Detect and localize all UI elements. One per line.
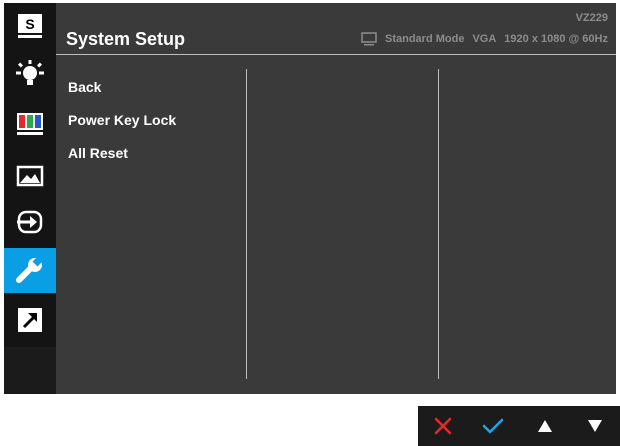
confirm-button[interactable]: [468, 406, 518, 446]
sidebar: S: [4, 3, 56, 347]
menu-item-power-key-lock[interactable]: Power Key Lock: [68, 112, 176, 145]
menu-item-all-reset[interactable]: All Reset: [68, 145, 176, 178]
close-button[interactable]: [418, 406, 468, 446]
header: System Setup VZ229 Standard Mode VGA 192…: [56, 3, 616, 53]
system-setup-wrench-icon: [16, 256, 43, 283]
status-resolution: 1920 x 1080 @ 60Hz: [504, 33, 608, 45]
column-divider-2: [438, 69, 439, 379]
system-setup-menu: Back Power Key Lock All Reset: [68, 79, 176, 178]
status-input: VGA: [472, 33, 497, 45]
main-panel: System Setup VZ229 Standard Mode VGA 192…: [56, 3, 616, 394]
image-icon: [16, 165, 44, 186]
sidebar-item-input-select[interactable]: [4, 199, 56, 244]
sidebar-item-image[interactable]: [4, 153, 56, 198]
osd-menu-window: S System Setup VZ229 Standard Mode VGA 1…: [4, 3, 616, 394]
sidebar-item-color[interactable]: [4, 101, 56, 146]
status-mode: Standard Mode: [385, 33, 465, 45]
input-select-icon: [17, 210, 43, 233]
color-bars-icon: [17, 112, 43, 135]
control-buttons: [418, 406, 620, 446]
sidebar-item-brightness[interactable]: [4, 51, 56, 96]
close-icon: [434, 417, 452, 435]
sidebar-item-system-setup[interactable]: [4, 248, 56, 293]
monitor-icon: [361, 32, 377, 46]
shortcut-arrow-icon: [18, 307, 42, 332]
sidebar-item-shortcut[interactable]: [4, 297, 56, 342]
up-button[interactable]: [520, 406, 570, 446]
menu-item-back[interactable]: Back: [68, 79, 176, 112]
page-title: System Setup: [66, 29, 186, 49]
header-divider: [56, 54, 616, 55]
splendid-s-icon: S: [18, 13, 42, 38]
svg-text:S: S: [25, 16, 34, 32]
down-arrow-icon: [588, 420, 602, 432]
confirm-check-icon: [482, 418, 504, 434]
sidebar-item-splendid[interactable]: S: [4, 3, 56, 48]
up-arrow-icon: [538, 420, 552, 432]
down-button[interactable]: [570, 406, 620, 446]
column-divider-1: [246, 69, 247, 379]
model-name: VZ229: [575, 12, 608, 24]
brightness-sun-icon: [16, 59, 44, 85]
status-bar: Standard Mode VGA 1920 x 1080 @ 60Hz: [361, 32, 608, 46]
